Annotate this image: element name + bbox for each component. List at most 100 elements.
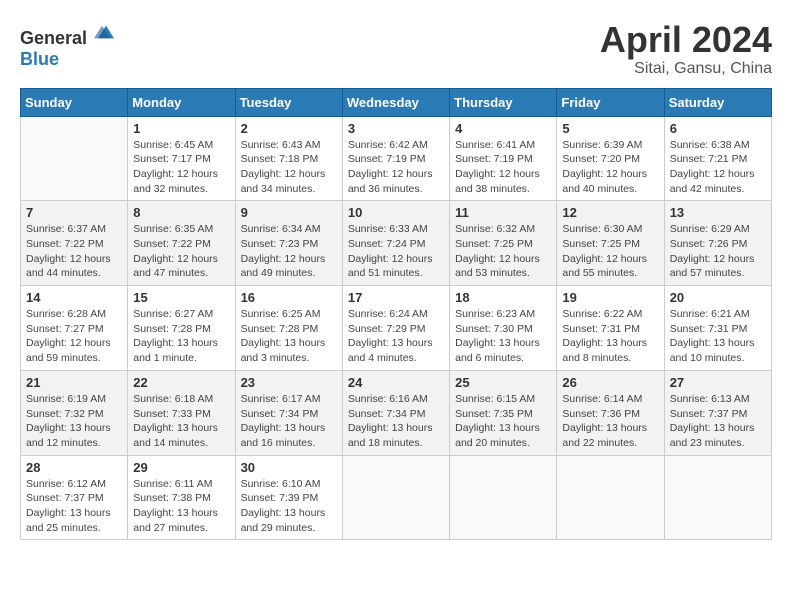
day-number: 22	[133, 375, 229, 390]
cell-info: Sunrise: 6:16 AM Sunset: 7:34 PM Dayligh…	[348, 392, 444, 451]
day-number: 19	[562, 290, 658, 305]
day-cell-9: 9 Sunrise: 6:34 AM Sunset: 7:23 PM Daylig…	[235, 201, 342, 286]
column-header-thursday: Thursday	[450, 88, 557, 116]
cell-info: Sunrise: 6:45 AM Sunset: 7:17 PM Dayligh…	[133, 138, 229, 197]
day-cell-20: 20Sunrise: 6:21 AM Sunset: 7:31 PM Dayli…	[664, 286, 771, 371]
cell-info: Sunrise: 6:37 AM Sunset: 7:22 PM Dayligh…	[26, 222, 122, 281]
cell-info: Sunrise: 6:13 AM Sunset: 7:37 PM Dayligh…	[670, 392, 766, 451]
day-number: 27	[670, 375, 766, 390]
empty-cell	[664, 455, 771, 540]
empty-cell	[557, 455, 664, 540]
cell-info: Sunrise: 6:18 AM Sunset: 7:33 PM Dayligh…	[133, 392, 229, 451]
column-header-sunday: Sunday	[21, 88, 128, 116]
day-number: 10	[348, 205, 444, 220]
cell-info: Sunrise: 6:28 AM Sunset: 7:27 PM Dayligh…	[26, 307, 122, 366]
day-cell-13: 13 Sunrise: 6:29 AM Sunset: 7:26 PM Dayli…	[664, 201, 771, 286]
empty-cell	[342, 455, 449, 540]
column-header-tuesday: Tuesday	[235, 88, 342, 116]
day-cell-22: 22 Sunrise: 6:18 AM Sunset: 7:33 PM Dayli…	[128, 370, 235, 455]
day-number: 24	[348, 375, 444, 390]
day-cell-1: 1 Sunrise: 6:45 AM Sunset: 7:17 PM Daylig…	[128, 116, 235, 201]
day-cell-3: 3 Sunrise: 6:42 AM Sunset: 7:19 PM Daylig…	[342, 116, 449, 201]
column-header-friday: Friday	[557, 88, 664, 116]
cell-info: Sunrise: 6:27 AM Sunset: 7:28 PM Dayligh…	[133, 307, 229, 366]
day-number: 8	[133, 205, 229, 220]
logo-general: General	[20, 28, 87, 48]
day-number: 29	[133, 460, 229, 475]
day-cell-28: 28Sunrise: 6:12 AM Sunset: 7:37 PM Dayli…	[21, 455, 128, 540]
column-header-wednesday: Wednesday	[342, 88, 449, 116]
cell-info: Sunrise: 6:32 AM Sunset: 7:25 PM Dayligh…	[455, 222, 551, 281]
day-cell-17: 17Sunrise: 6:24 AM Sunset: 7:29 PM Dayli…	[342, 286, 449, 371]
cell-info: Sunrise: 6:41 AM Sunset: 7:19 PM Dayligh…	[455, 138, 551, 197]
cell-info: Sunrise: 6:29 AM Sunset: 7:26 PM Dayligh…	[670, 222, 766, 281]
empty-cell	[450, 455, 557, 540]
day-number: 11	[455, 205, 551, 220]
day-number: 14	[26, 290, 122, 305]
day-cell-26: 26 Sunrise: 6:14 AM Sunset: 7:36 PM Dayli…	[557, 370, 664, 455]
day-number: 9	[241, 205, 337, 220]
day-number: 17	[348, 290, 444, 305]
day-number: 13	[670, 205, 766, 220]
day-cell-10: 10 Sunrise: 6:33 AM Sunset: 7:24 PM Dayli…	[342, 201, 449, 286]
day-cell-30: 30Sunrise: 6:10 AM Sunset: 7:39 PM Dayli…	[235, 455, 342, 540]
cell-info: Sunrise: 6:38 AM Sunset: 7:21 PM Dayligh…	[670, 138, 766, 197]
cell-info: Sunrise: 6:43 AM Sunset: 7:18 PM Dayligh…	[241, 138, 337, 197]
location-title: Sitai, Gansu, China	[600, 60, 772, 78]
page-header: General Blue April 2024 Sitai, Gansu, Ch…	[20, 20, 772, 78]
cell-info: Sunrise: 6:42 AM Sunset: 7:19 PM Dayligh…	[348, 138, 444, 197]
day-cell-15: 15 Sunrise: 6:27 AM Sunset: 7:28 PM Dayli…	[128, 286, 235, 371]
cell-info: Sunrise: 6:15 AM Sunset: 7:35 PM Dayligh…	[455, 392, 551, 451]
day-number: 18	[455, 290, 551, 305]
day-cell-24: 24 Sunrise: 6:16 AM Sunset: 7:34 PM Dayli…	[342, 370, 449, 455]
cell-info: Sunrise: 6:39 AM Sunset: 7:20 PM Dayligh…	[562, 138, 658, 197]
day-number: 23	[241, 375, 337, 390]
day-cell-27: 27 Sunrise: 6:13 AM Sunset: 7:37 PM Dayli…	[664, 370, 771, 455]
day-cell-23: 23 Sunrise: 6:17 AM Sunset: 7:34 PM Dayli…	[235, 370, 342, 455]
day-cell-6: 6 Sunrise: 6:38 AM Sunset: 7:21 PM Daylig…	[664, 116, 771, 201]
day-number: 3	[348, 121, 444, 136]
day-number: 5	[562, 121, 658, 136]
day-cell-7: 7 Sunrise: 6:37 AM Sunset: 7:22 PM Daylig…	[21, 201, 128, 286]
day-number: 30	[241, 460, 337, 475]
logo-text: General Blue	[20, 20, 118, 70]
cell-info: Sunrise: 6:11 AM Sunset: 7:38 PM Dayligh…	[133, 477, 229, 536]
day-number: 7	[26, 205, 122, 220]
header-row: SundayMondayTuesdayWednesdayThursdayFrid…	[21, 88, 772, 116]
day-number: 1	[133, 121, 229, 136]
cell-info: Sunrise: 6:17 AM Sunset: 7:34 PM Dayligh…	[241, 392, 337, 451]
calendar-table: SundayMondayTuesdayWednesdayThursdayFrid…	[20, 88, 772, 541]
day-cell-14: 14 Sunrise: 6:28 AM Sunset: 7:27 PM Dayli…	[21, 286, 128, 371]
day-number: 15	[133, 290, 229, 305]
day-number: 25	[455, 375, 551, 390]
day-cell-5: 5 Sunrise: 6:39 AM Sunset: 7:20 PM Daylig…	[557, 116, 664, 201]
title-block: April 2024 Sitai, Gansu, China	[600, 20, 772, 78]
day-cell-21: 21 Sunrise: 6:19 AM Sunset: 7:32 PM Dayli…	[21, 370, 128, 455]
empty-cell	[21, 116, 128, 201]
day-number: 2	[241, 121, 337, 136]
day-number: 28	[26, 460, 122, 475]
day-number: 20	[670, 290, 766, 305]
day-cell-29: 29 Sunrise: 6:11 AM Sunset: 7:38 PM Dayli…	[128, 455, 235, 540]
day-number: 21	[26, 375, 122, 390]
cell-info: Sunrise: 6:22 AM Sunset: 7:31 PM Dayligh…	[562, 307, 658, 366]
day-number: 4	[455, 121, 551, 136]
day-cell-4: 4 Sunrise: 6:41 AM Sunset: 7:19 PM Daylig…	[450, 116, 557, 201]
day-cell-16: 16 Sunrise: 6:25 AM Sunset: 7:28 PM Dayli…	[235, 286, 342, 371]
cell-info: Sunrise: 6:25 AM Sunset: 7:28 PM Dayligh…	[241, 307, 337, 366]
day-cell-18: 18Sunrise: 6:23 AM Sunset: 7:30 PM Dayli…	[450, 286, 557, 371]
day-cell-25: 25 Sunrise: 6:15 AM Sunset: 7:35 PM Dayli…	[450, 370, 557, 455]
day-number: 6	[670, 121, 766, 136]
day-number: 26	[562, 375, 658, 390]
cell-info: Sunrise: 6:19 AM Sunset: 7:32 PM Dayligh…	[26, 392, 122, 451]
cell-info: Sunrise: 6:14 AM Sunset: 7:36 PM Dayligh…	[562, 392, 658, 451]
day-number: 12	[562, 205, 658, 220]
day-cell-8: 8 Sunrise: 6:35 AM Sunset: 7:22 PM Daylig…	[128, 201, 235, 286]
logo-icon	[94, 20, 118, 44]
cell-info: Sunrise: 6:34 AM Sunset: 7:23 PM Dayligh…	[241, 222, 337, 281]
day-number: 16	[241, 290, 337, 305]
month-title: April 2024	[600, 20, 772, 60]
cell-info: Sunrise: 6:33 AM Sunset: 7:24 PM Dayligh…	[348, 222, 444, 281]
logo: General Blue	[20, 20, 118, 70]
cell-info: Sunrise: 6:35 AM Sunset: 7:22 PM Dayligh…	[133, 222, 229, 281]
